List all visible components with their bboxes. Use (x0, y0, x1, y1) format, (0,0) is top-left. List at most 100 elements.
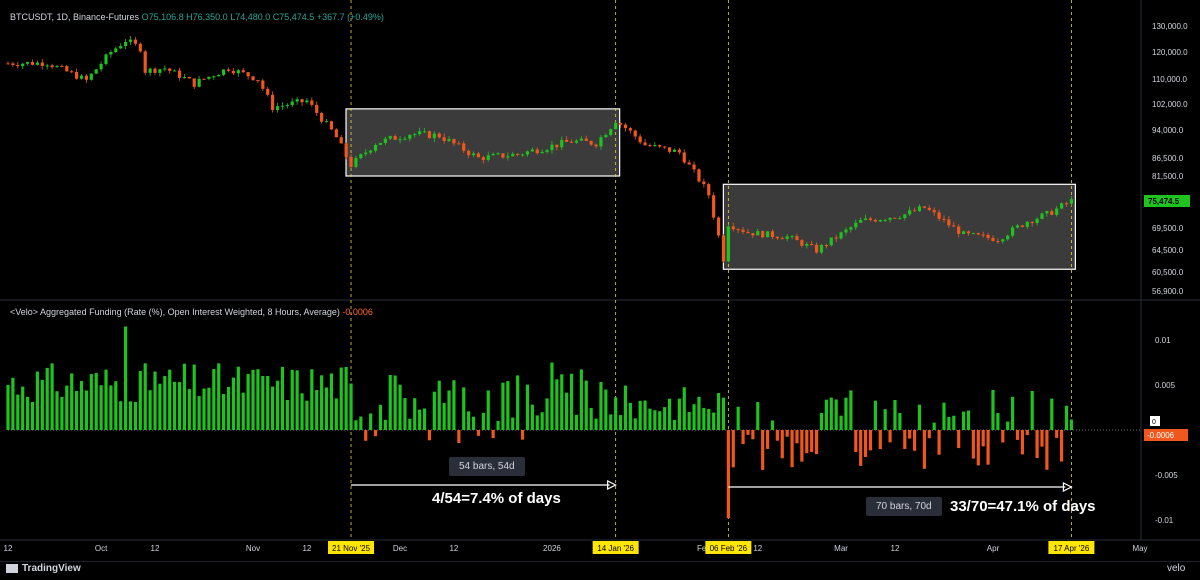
funding-bar (364, 430, 368, 441)
time-tick-label: Nov (246, 544, 260, 553)
funding-bar (912, 430, 917, 451)
time-tick-label: 12 (449, 544, 458, 553)
funding-bar (775, 430, 779, 441)
zero-tag-label: 0 (1152, 419, 1156, 426)
candle-body (868, 218, 873, 220)
candle-body (618, 122, 623, 125)
candle-body (677, 149, 681, 153)
funding-bar (30, 401, 35, 430)
range2-annotation: 33/70=47.1% of days (950, 498, 1096, 515)
funding-bar (373, 430, 378, 437)
price-tick-label: 86,500.0 (1152, 154, 1184, 163)
funding-bar (334, 398, 338, 430)
candle-body (555, 144, 559, 148)
funding-bar (614, 397, 618, 430)
candle-body (16, 65, 20, 67)
funding-bar (545, 398, 549, 430)
candle-body (986, 234, 990, 238)
funding-bar (707, 408, 711, 430)
funding-bar (393, 375, 397, 430)
candle-body (21, 63, 25, 67)
candle-body (55, 66, 59, 68)
candle-body (158, 69, 162, 73)
candle-body (888, 217, 892, 220)
funding-bar (560, 374, 564, 430)
funding-bar (241, 392, 245, 430)
funding-bar (751, 430, 755, 440)
candle-body (780, 238, 784, 240)
tradingview-logo[interactable]: TradingView (6, 563, 81, 574)
price-tick-label: 81,500.0 (1152, 172, 1184, 181)
funding-bar (839, 415, 843, 430)
candle-body (246, 72, 250, 77)
candle-body (609, 129, 613, 136)
funding-bar (114, 381, 118, 430)
candle-body (540, 151, 544, 154)
funding-bar (354, 420, 358, 430)
funding-bar (535, 415, 539, 430)
candle-body (89, 73, 93, 80)
funding-bar (35, 371, 39, 430)
funding-bar (996, 413, 1000, 430)
funding-bar (604, 389, 608, 430)
funding-bar (280, 366, 285, 430)
candle-body (369, 150, 373, 153)
funding-bar (418, 409, 422, 430)
funding-bar (511, 417, 515, 430)
funding-bar (942, 402, 946, 430)
indicator-title: <Velo> Aggregated Funding (Rate (%), Ope… (10, 307, 340, 317)
funding-bar (422, 408, 427, 430)
funding-bar (148, 390, 152, 430)
funding-bar (986, 430, 990, 465)
candle-body (202, 78, 206, 80)
funding-bar (579, 369, 583, 430)
candle-body (114, 48, 118, 53)
candle-body (511, 153, 515, 157)
funding-bar (922, 430, 926, 469)
funding-bar (991, 389, 995, 430)
candle-body (119, 46, 123, 49)
candle-body (599, 137, 603, 147)
funding-bar (540, 412, 544, 430)
range1-label: 54 bars, 54d (449, 457, 525, 476)
funding-bar (569, 373, 574, 430)
candle-body (84, 75, 88, 80)
funding-bar (981, 430, 985, 447)
funding-bar (849, 390, 853, 430)
open-value: O75,106.8 (141, 12, 184, 22)
candle-body (829, 237, 833, 246)
candle-body (922, 206, 926, 208)
last-price-label: 75,474.5 (1148, 197, 1180, 206)
funding-bar (236, 366, 240, 430)
funding-bar (966, 410, 971, 430)
funding-bar (643, 400, 647, 430)
candle-body (530, 149, 534, 152)
funding-bar (285, 400, 289, 430)
funding-bar (927, 430, 931, 439)
funding-bar (903, 430, 907, 450)
candle-body (467, 150, 471, 156)
funding-bar (633, 418, 637, 430)
funding-bar (971, 430, 975, 459)
candle-body (143, 51, 147, 73)
funding-bar (692, 404, 696, 430)
funding-bar (844, 397, 848, 430)
chart-canvas[interactable]: 130,000.0 120,000.0 110,000.0 102,000.0 94,0… (0, 0, 1200, 579)
candle-body (991, 237, 995, 242)
funding-bar (266, 376, 270, 430)
candle-body (442, 137, 446, 141)
funding-tick-label: 0.01 (1155, 336, 1171, 345)
candle-body (300, 99, 304, 103)
funding-bar (75, 391, 79, 430)
funding-bar (888, 430, 892, 443)
funding-bar (574, 414, 579, 430)
funding-bar (893, 399, 897, 430)
price-tick-label: 64,500.0 (1152, 246, 1184, 255)
candle-body (75, 71, 79, 79)
funding-bar (40, 379, 44, 430)
funding-bar (653, 410, 657, 430)
date-tag-label: 17 Apr '26 (1054, 544, 1090, 553)
candle-body (961, 231, 966, 234)
funding-bar (320, 375, 324, 430)
candle-body (932, 210, 936, 213)
